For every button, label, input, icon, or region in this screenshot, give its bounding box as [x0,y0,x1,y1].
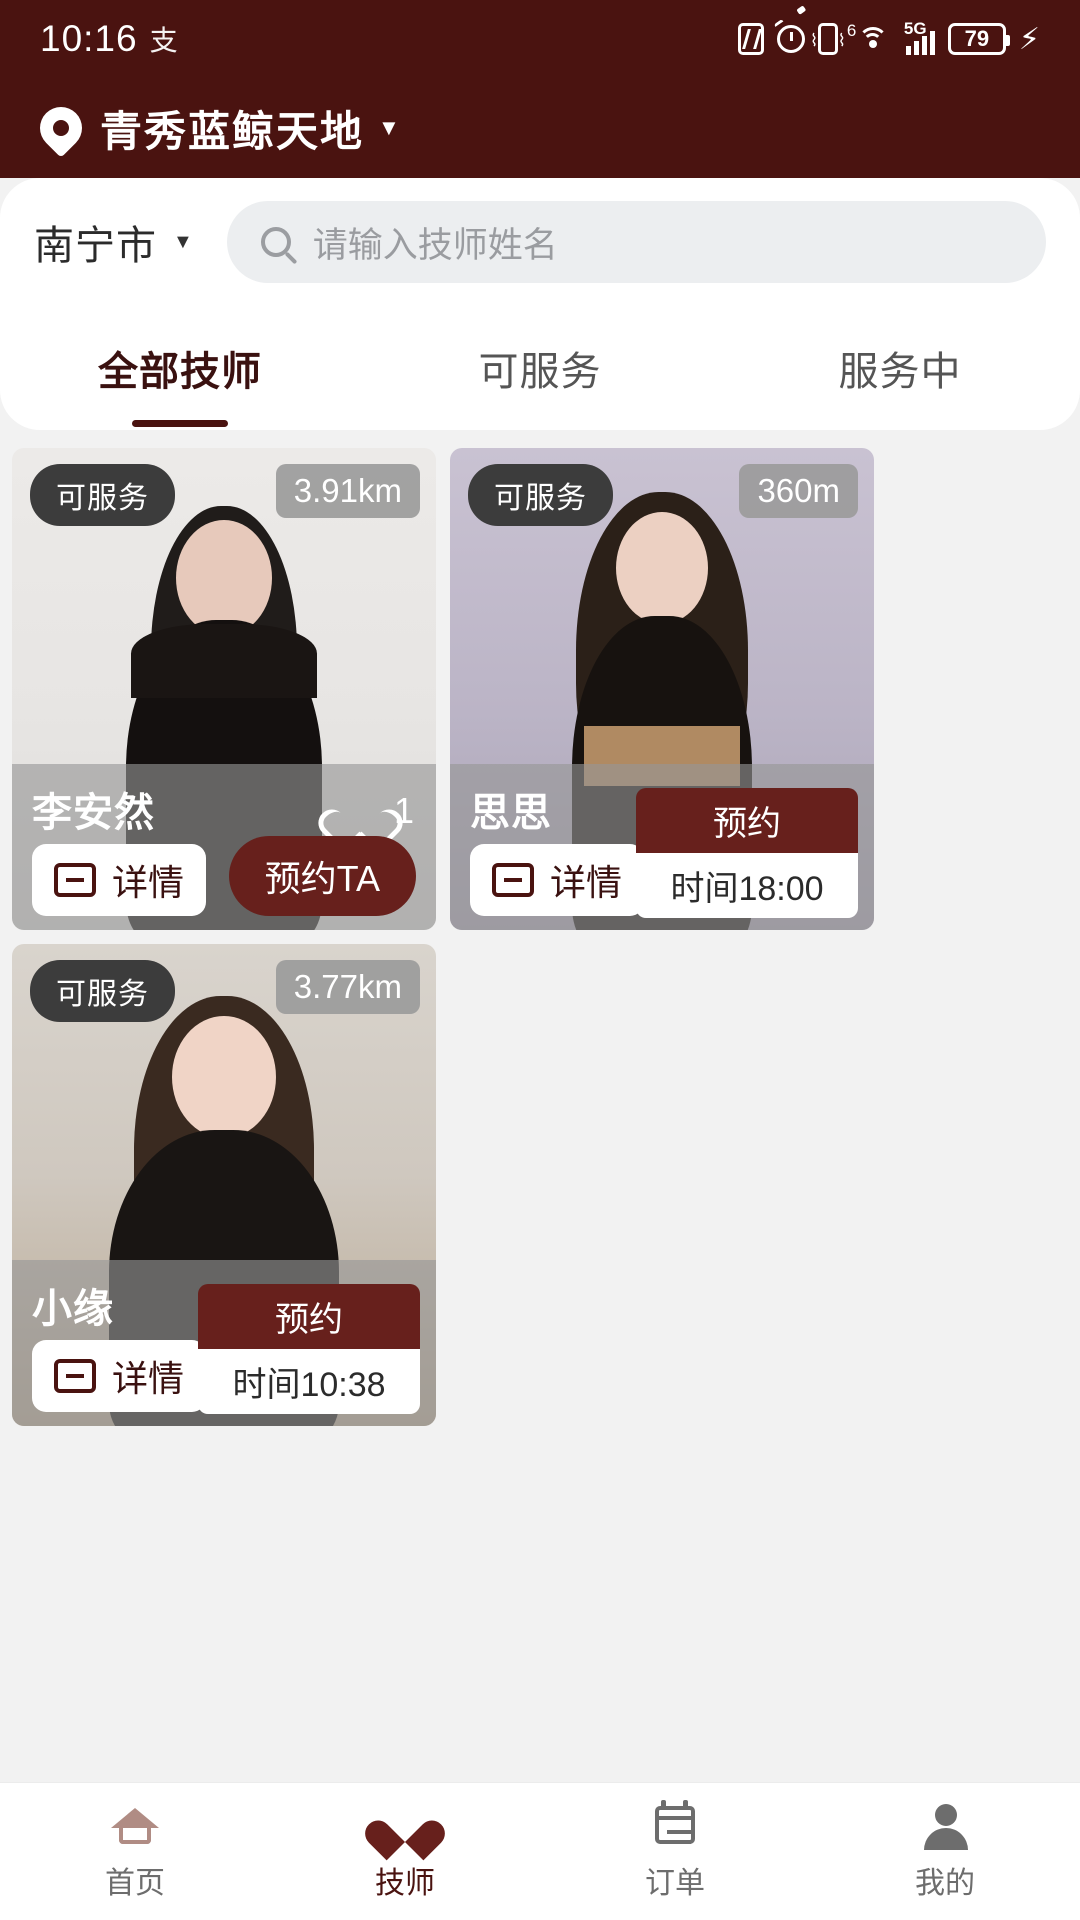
card-info: 思思 已服务 63单 4 详情 预约 时间18:00 [450,764,874,930]
tab-all-technicians[interactable]: 全部技师 [0,339,360,397]
book-button[interactable]: 预约 时间10:38 [198,1284,420,1414]
status-time: 10:16 [40,18,138,59]
battery-icon: 79 [947,23,1010,55]
alarm-icon [776,25,805,53]
status-bar: 10:16 支 6 5G 79 ⚡ [0,0,1080,78]
detail-label: 详情 [112,1358,185,1399]
card-info: 李安然 已服务 0单 1 详情 预约TA [12,764,436,930]
detail-label: 详情 [112,862,185,903]
nav-label: 技师 [375,1866,435,1900]
detail-button[interactable]: 详情 [470,844,645,916]
like-counter[interactable]: 1 [336,790,414,832]
detail-icon [492,863,534,897]
detail-label: 详情 [550,862,623,903]
charging-bolt-icon: ⚡ [1018,22,1040,56]
tab-in-service[interactable]: 服务中 [720,339,1080,397]
technician-card[interactable]: 可服务 3.77km 小缘 已服务 82单 2 详情 预约 时间10:38 [12,944,436,1426]
card-info: 小缘 已服务 82单 2 详情 预约 时间10:38 [12,1260,436,1426]
distance-badge: 360m [739,464,858,518]
nav-label: 我的 [915,1866,975,1900]
search-placeholder: 请输入技师姓名 [312,225,558,265]
status-badge: 可服务 [30,960,175,1022]
detail-icon [54,863,96,897]
wifi-generation-label: 6 [846,21,857,40]
chevron-down-icon: ▼ [173,230,193,253]
technician-card[interactable]: 可服务 3.91km 李安然 已服务 0单 1 详情 预约TA [12,448,436,930]
book-label: 预约 [636,788,858,853]
vibrate-icon [810,23,846,55]
book-time: 时间18:00 [636,853,858,918]
detail-button[interactable]: 详情 [32,844,207,916]
city-label: 南宁市 [34,224,157,268]
status-bar-left: 10:16 支 [40,18,178,60]
book-button[interactable]: 预约TA [228,836,416,916]
heart-icon [336,791,380,831]
city-selector[interactable]: 南宁市 ▼ [34,213,193,271]
tab-available[interactable]: 可服务 [360,339,720,397]
assistive-glyph: 支 [149,25,178,56]
detail-icon [54,1359,96,1393]
tab-label: 可服务 [478,350,602,394]
nav-item-orders[interactable]: 订单 [540,1799,810,1902]
signal-icon: 5G [904,19,935,55]
heartbeat-icon [379,1802,431,1848]
distance-badge: 3.91km [275,464,420,518]
calendar-icon [649,1799,701,1848]
status-badge: 可服务 [468,464,613,526]
technician-card[interactable]: 可服务 360m 思思 已服务 63单 4 详情 预约 时间18:00 [450,448,874,930]
search-row: 南宁市 ▼ 请输入技师姓名 [0,178,1080,306]
detail-button[interactable]: 详情 [32,1340,207,1412]
tab-label: 服务中 [838,350,962,394]
filter-tabs: 全部技师 可服务 服务中 [0,306,1080,430]
search-icon [260,227,291,257]
network-type-label: 5G [903,19,927,38]
nfc-icon [737,23,764,55]
nav-label: 首页 [105,1866,165,1900]
bottom-navigation: 首页 技师 订单 我的 [0,1782,1080,1920]
tab-label: 全部技师 [98,350,262,394]
wifi-icon: 6 [847,21,891,55]
status-badge: 可服务 [30,464,175,526]
status-bar-right: 6 5G 79 ⚡ [737,19,1040,57]
book-button[interactable]: 预约 时间18:00 [636,788,858,918]
home-icon [109,1802,161,1848]
app-header: 青秀蓝鲸天地 ▼ [0,78,1080,178]
technician-grid: 可服务 3.91km 李安然 已服务 0单 1 详情 预约TA [0,448,1080,1426]
chevron-down-icon[interactable]: ▼ [378,115,400,141]
book-label: 预约 [198,1284,420,1349]
location-pin-icon [31,98,91,158]
nav-item-technicians[interactable]: 技师 [270,1802,540,1902]
search-panel: 南宁市 ▼ 请输入技师姓名 全部技师 可服务 服务中 [0,178,1080,430]
app-screen: 10:16 支 6 5G 79 ⚡ 青秀蓝鲸天地 [0,0,1080,1920]
nav-item-profile[interactable]: 我的 [810,1802,1080,1902]
user-icon [919,1802,971,1850]
search-input[interactable]: 请输入技师姓名 [226,201,1046,283]
page-title[interactable]: 青秀蓝鲸天地 [100,98,364,159]
nav-item-home[interactable]: 首页 [0,1802,270,1902]
book-time: 时间10:38 [198,1349,420,1414]
battery-percent: 79 [964,26,990,51]
distance-badge: 3.77km [275,960,420,1014]
nav-label: 订单 [645,1866,705,1900]
